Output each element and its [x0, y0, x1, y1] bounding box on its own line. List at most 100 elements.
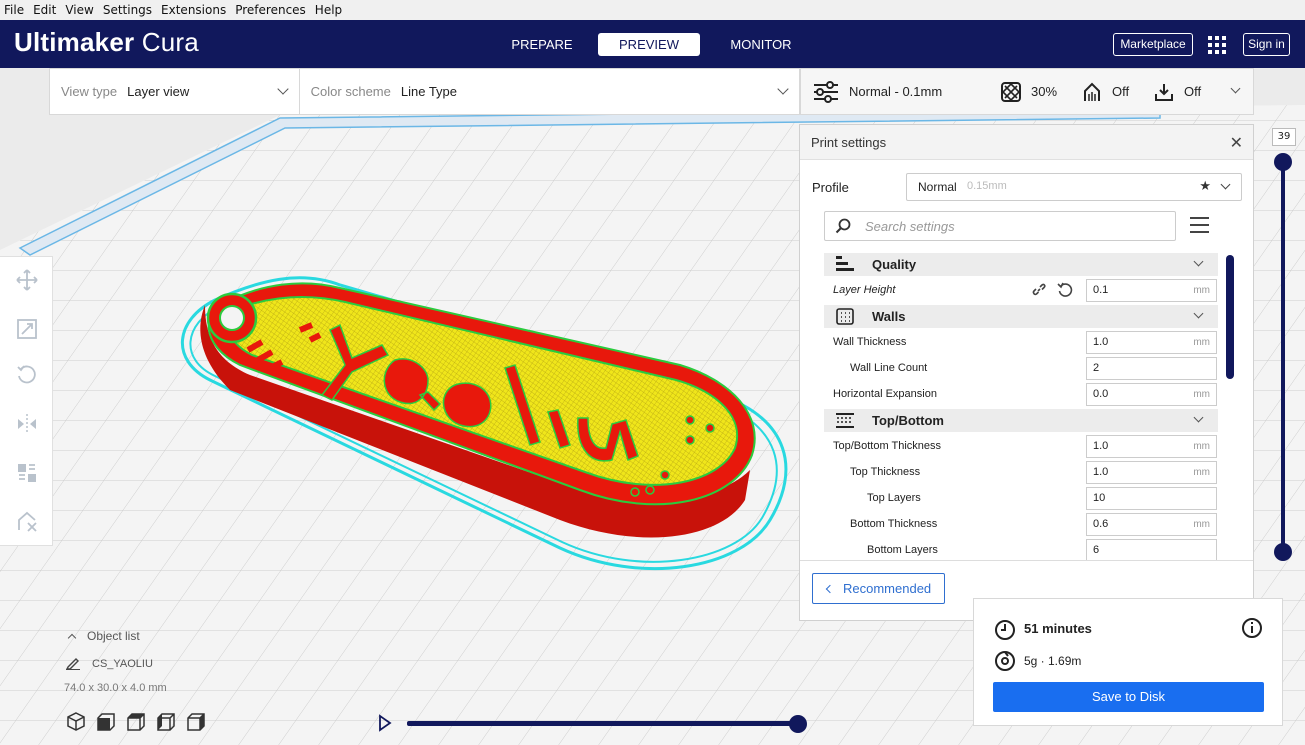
setting-input[interactable]: 1.0 mm [1086, 435, 1217, 458]
star-icon[interactable]: ★ [1199, 178, 1211, 194]
setting-label: Wall Thickness [833, 336, 907, 348]
layer-slider-top-handle[interactable] [1274, 153, 1292, 171]
print-settings-panel: Print settings ✕ Profile Normal 0.15mm ★… [799, 124, 1254, 621]
path-slider-handle[interactable] [789, 715, 807, 733]
recommended-button[interactable]: Recommended [812, 573, 945, 604]
logo-bold: Ultimaker [14, 27, 135, 57]
category-label: Top/Bottom [872, 413, 944, 428]
link-icon[interactable] [1031, 282, 1047, 298]
path-slider-track[interactable] [407, 721, 798, 726]
menu-edit[interactable]: Edit [33, 3, 56, 17]
settings-visibility-menu-icon[interactable] [1190, 217, 1209, 233]
close-icon[interactable]: ✕ [1230, 133, 1243, 153]
reset-icon[interactable] [1057, 282, 1073, 298]
adhesion-summary: Off [1154, 69, 1201, 114]
support-icon [1084, 82, 1100, 101]
object-list-toggle[interactable]: Object list [64, 629, 140, 643]
adhesion-icon [1155, 83, 1173, 101]
chevron-down-icon [1230, 83, 1241, 94]
chevron-left-icon [825, 584, 835, 594]
top-bottom-icon [836, 413, 854, 428]
category-quality[interactable]: Quality [824, 253, 1218, 276]
marketplace-button[interactable]: Marketplace [1113, 33, 1193, 56]
apps-grid-icon[interactable] [1208, 36, 1226, 54]
sign-in-button[interactable]: Sign in [1243, 33, 1290, 56]
menu-view[interactable]: View [65, 3, 93, 17]
setting-input[interactable]: 1.0 mm [1086, 331, 1217, 354]
setting-input[interactable]: 0.6 mm [1086, 513, 1217, 536]
setting-label: Bottom Layers [867, 544, 938, 556]
support-value: Off [1112, 84, 1130, 99]
tab-prepare[interactable]: PREPARE [505, 33, 579, 56]
setting-input[interactable]: 0.1 mm [1086, 279, 1217, 302]
play-icon[interactable] [378, 714, 392, 732]
search-input[interactable] [865, 217, 1165, 235]
support-summary: Off [1082, 69, 1129, 114]
view-3d-icon[interactable] [67, 712, 85, 731]
setting-input[interactable]: 0.0 mm [1086, 383, 1217, 406]
layer-number-field[interactable]: 39 [1272, 128, 1296, 146]
setting-row-top-layers: Top Layers 10 [824, 486, 1218, 512]
menu-extensions[interactable]: Extensions [161, 3, 226, 17]
setting-unit: mm [1193, 389, 1210, 400]
scale-icon[interactable] [16, 318, 38, 340]
menu-preferences[interactable]: Preferences [235, 3, 306, 17]
settings-scrollbar[interactable] [1226, 255, 1234, 379]
view-toolbar: View type Layer view Color scheme Line T… [49, 68, 800, 115]
camera-view-icons [67, 712, 205, 731]
setting-value: 1.0 [1093, 336, 1109, 348]
view-type-value: Layer view [127, 84, 190, 99]
print-setup-selector[interactable]: Normal - 0.1mm 30% Off Off [800, 68, 1254, 115]
pencil-icon[interactable] [66, 656, 80, 670]
material-usage: 5g · 1.69m [1024, 654, 1082, 668]
setting-value: 10 [1093, 492, 1106, 504]
menu-settings[interactable]: Settings [103, 3, 152, 17]
profile-summary: Normal - 0.1mm [813, 69, 942, 114]
infill-summary: 30% [1001, 69, 1057, 114]
settings-sliders-icon [814, 80, 838, 103]
app-logo: Ultimaker Cura [14, 27, 199, 58]
setting-unit: mm [1193, 337, 1210, 348]
setting-label: Layer Height [833, 284, 896, 296]
search-settings-box[interactable] [824, 211, 1176, 241]
setting-input[interactable]: 10 [1086, 487, 1217, 510]
profile-dropdown[interactable]: Normal 0.15mm ★ [906, 173, 1242, 201]
color-scheme-dropdown[interactable]: Color scheme Line Type [300, 69, 799, 114]
object-name[interactable]: CS_YAOLIU [92, 658, 153, 670]
per-model-settings-icon[interactable] [16, 462, 38, 484]
menu-help[interactable]: Help [315, 3, 342, 17]
setting-input[interactable]: 6 [1086, 539, 1217, 561]
tab-preview[interactable]: PREVIEW [598, 33, 700, 56]
chevron-down-icon [277, 83, 289, 95]
chevron-down-icon [1220, 179, 1231, 190]
chevron-up-icon [67, 633, 77, 643]
view-left-icon[interactable] [157, 713, 175, 731]
view-top-icon[interactable] [127, 713, 145, 731]
layer-slider-bottom-handle[interactable] [1274, 543, 1292, 561]
camera-view-buttons [66, 712, 216, 732]
category-top-bottom[interactable]: Top/Bottom [824, 409, 1218, 432]
support-blocker-icon[interactable] [16, 510, 38, 532]
mirror-icon[interactable] [16, 413, 38, 435]
setting-row-horizontal-expansion: Horizontal Expansion 0.0 mm [824, 382, 1218, 408]
setting-input[interactable]: 2 [1086, 357, 1217, 380]
view-front-icon[interactable] [97, 713, 115, 731]
app-header: Ultimaker Cura PREPARE PREVIEW MONITOR M… [0, 20, 1305, 68]
view-type-dropdown[interactable]: View type Layer view [50, 69, 300, 114]
move-icon[interactable] [16, 269, 38, 291]
setting-row-top-thickness: Top Thickness 1.0 mm [824, 460, 1218, 486]
panel-title: Print settings [811, 135, 887, 150]
keyring-hole [219, 305, 245, 331]
save-to-disk-button[interactable]: Save to Disk [993, 682, 1264, 712]
category-walls[interactable]: Walls [824, 305, 1218, 328]
tab-monitor[interactable]: MONITOR [720, 33, 802, 56]
setting-label: Top Thickness [850, 466, 921, 478]
menu-file[interactable]: File [4, 3, 24, 17]
settings-list: Quality Layer Height 0.1 mm Walls Wall T… [824, 253, 1219, 561]
view-right-icon[interactable] [187, 713, 205, 731]
rotate-icon[interactable] [16, 364, 38, 386]
setting-value: 6 [1093, 544, 1100, 556]
info-icon[interactable] [1241, 617, 1263, 639]
layer-slider-track[interactable] [1281, 160, 1285, 552]
setting-input[interactable]: 1.0 mm [1086, 461, 1217, 484]
